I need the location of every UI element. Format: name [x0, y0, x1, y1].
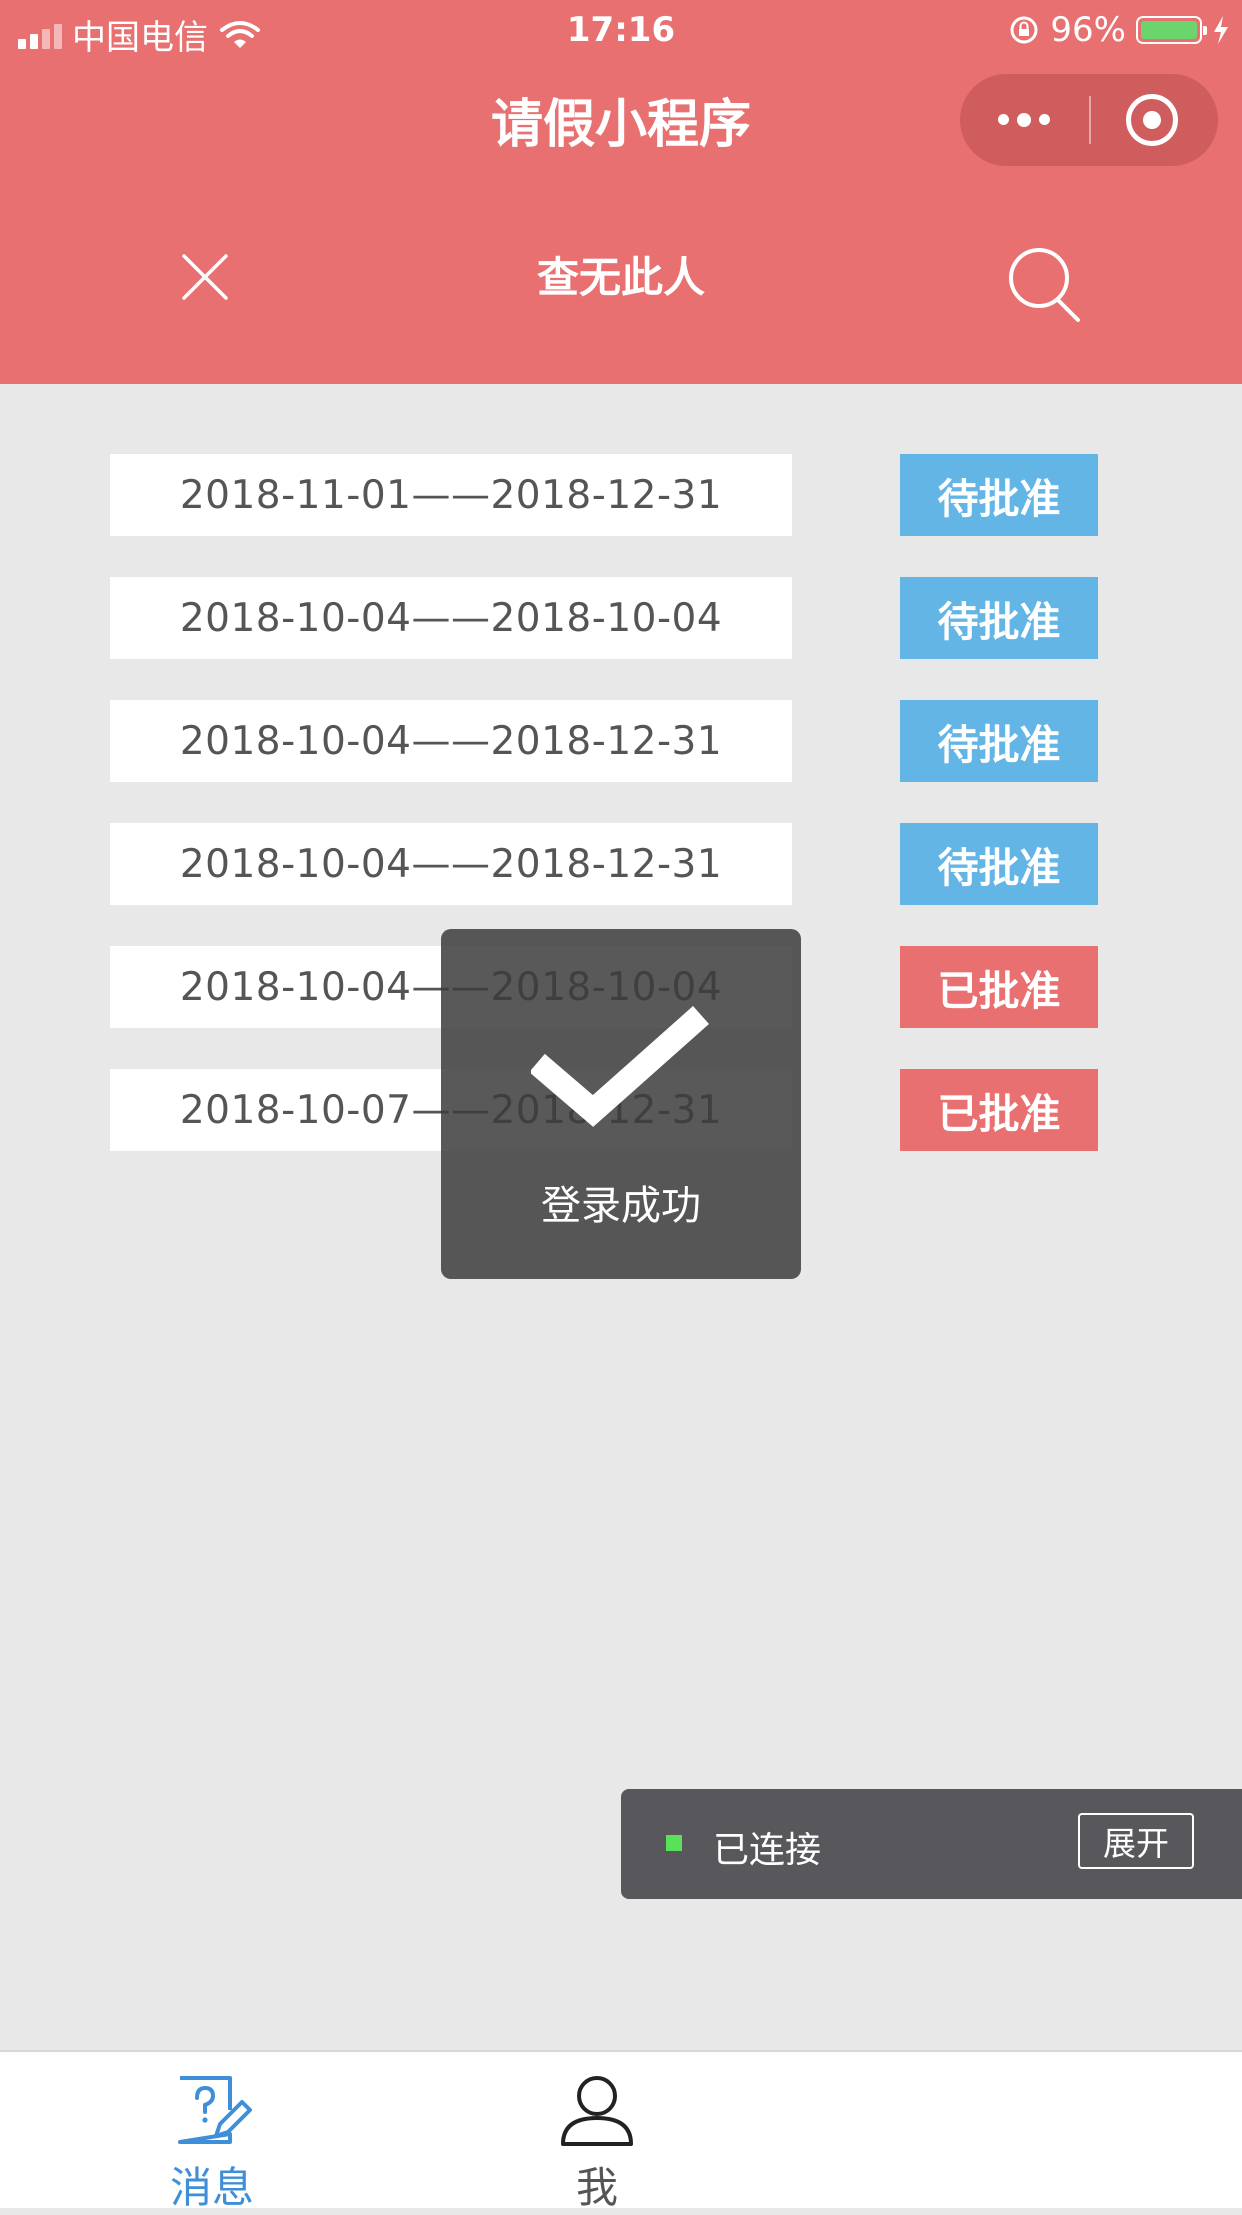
connected-dot-icon [666, 1835, 682, 1851]
toast-message: 登录成功 [541, 1183, 701, 1229]
mini-program-capsule [960, 74, 1218, 166]
status-bar: 中国电信 17:16 96% [0, 0, 1242, 62]
search-icon[interactable] [1005, 245, 1085, 325]
status-right: 96% [1008, 10, 1230, 50]
status-approved-button[interactable]: 已批准 [900, 1069, 1098, 1151]
tab-label: 消息 [169, 2163, 254, 2212]
tab-bar: 消息 我 [0, 2050, 1242, 2212]
rotation-lock-icon [1010, 16, 1038, 44]
tab-label: 我 [575, 2163, 618, 2212]
capsule-divider [1089, 96, 1091, 144]
tab-messages[interactable]: 消息 [112, 2074, 312, 2215]
list-item[interactable]: 2018-10-04——2018-10-04 待批准 [110, 577, 1100, 659]
status-pending-button[interactable]: 待批准 [900, 700, 1098, 782]
list-item[interactable]: 2018-10-04——2018-12-31 待批准 [110, 700, 1100, 782]
expand-button[interactable]: 展开 [1078, 1813, 1194, 1869]
status-pending-button[interactable]: 待批准 [900, 577, 1098, 659]
list-item[interactable]: 2018-11-01——2018-12-31 待批准 [110, 454, 1100, 536]
tab-me[interactable]: 我 [497, 2074, 697, 2215]
message-edit-icon [178, 2076, 252, 2144]
date-range: 2018-10-04——2018-12-31 [110, 823, 792, 905]
vconsole-panel: 已连接 展开 [621, 1789, 1242, 1899]
charging-icon [1214, 16, 1228, 44]
status-approved-button[interactable]: 已批准 [900, 946, 1098, 1028]
status-pending-button[interactable]: 待批准 [900, 454, 1098, 536]
date-range: 2018-10-04——2018-10-04 [110, 577, 792, 659]
target-icon[interactable] [1126, 94, 1178, 146]
list-item[interactable]: 2018-10-04——2018-12-31 待批准 [110, 823, 1100, 905]
header: 中国电信 17:16 96% 请假小程序 查无此人 [0, 0, 1242, 384]
toast: 登录成功 [441, 929, 801, 1279]
checkmark-icon [531, 1006, 709, 1127]
date-range: 2018-10-04——2018-12-31 [110, 700, 792, 782]
status-pending-button[interactable]: 待批准 [900, 823, 1098, 905]
date-range: 2018-11-01——2018-12-31 [110, 454, 792, 536]
user-icon [561, 2076, 633, 2146]
battery-percent: 96% [1050, 10, 1126, 50]
more-dots-icon[interactable] [998, 112, 1050, 127]
connection-status: 已连接 [713, 1830, 822, 1871]
battery-icon [1136, 16, 1207, 44]
